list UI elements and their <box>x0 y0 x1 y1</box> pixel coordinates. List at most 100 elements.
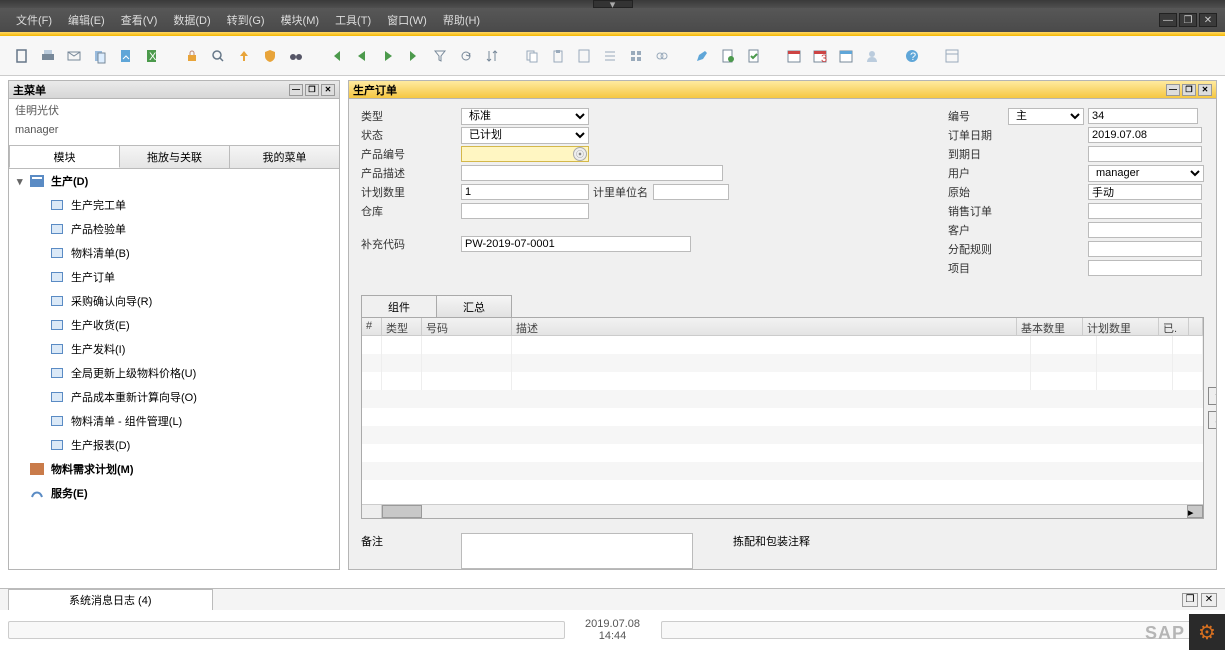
nav-item[interactable]: 生产订单 <box>9 265 339 289</box>
gear-icon[interactable]: ⚙ <box>1189 614 1225 650</box>
desc-input[interactable] <box>461 165 723 181</box>
menu-tools[interactable]: 工具(T) <box>327 9 379 31</box>
search-icon[interactable] <box>206 44 230 68</box>
wh-input[interactable] <box>461 203 589 219</box>
schedule-icon[interactable] <box>834 44 858 68</box>
tab-modules[interactable]: 模块 <box>9 145 120 168</box>
refresh-icon[interactable] <box>454 44 478 68</box>
series-select[interactable]: 主 <box>1008 108 1084 125</box>
nav-item[interactable]: 物料清单 - 组件管理(L) <box>9 409 339 433</box>
prodno-input[interactable] <box>461 146 589 162</box>
nav-item[interactable]: 生产收货(E) <box>9 313 339 337</box>
window-close-icon[interactable]: ✕ <box>1199 13 1217 27</box>
list-icon[interactable] <box>598 44 622 68</box>
new-icon[interactable] <box>10 44 34 68</box>
user-select[interactable]: manager <box>1088 165 1204 182</box>
uom-input[interactable] <box>653 184 729 200</box>
cust-input[interactable] <box>1088 222 1202 238</box>
window-restore-icon[interactable]: ❐ <box>1179 13 1197 27</box>
tab-dragdrop[interactable]: 拖放与关联 <box>119 145 230 168</box>
next-icon[interactable] <box>376 44 400 68</box>
planqty-input[interactable] <box>461 184 589 200</box>
orderdate-input[interactable] <box>1088 127 1202 143</box>
components-grid[interactable]: # 类型 号码 描述 基本数里 计划数里 已. <box>361 317 1204 519</box>
proj-input[interactable] <box>1088 260 1202 276</box>
duedate-input[interactable] <box>1088 146 1202 162</box>
export-icon[interactable] <box>114 44 138 68</box>
nav-item[interactable]: 产品成本重新计算向导(O) <box>9 385 339 409</box>
col-plan[interactable]: 计划数里 <box>1083 318 1159 335</box>
doc-add-icon[interactable] <box>716 44 740 68</box>
panel-min-icon[interactable]: — <box>289 84 303 96</box>
doc-check-icon[interactable] <box>742 44 766 68</box>
binoculars-icon[interactable] <box>284 44 308 68</box>
nav-item[interactable]: 采购确认向导(R) <box>9 289 339 313</box>
nav-item[interactable]: 物料清单(B) <box>9 241 339 265</box>
syslog-tab[interactable]: 系统消息日志 (4) <box>8 589 213 610</box>
grid-move-down-icon[interactable]: ↓ <box>1208 411 1216 429</box>
nav-item[interactable]: 产品检验单 <box>9 217 339 241</box>
type-select[interactable]: 标准 <box>461 108 589 125</box>
nav-item[interactable]: 全局更新上级物料价格(U) <box>9 361 339 385</box>
prodno-lookup-icon[interactable]: ⦿ <box>573 147 587 161</box>
notes-input[interactable] <box>461 533 693 569</box>
titlebar-notch[interactable]: ▾ <box>593 0 633 8</box>
rule-input[interactable] <box>1088 241 1202 257</box>
col-base[interactable]: 基本数里 <box>1017 318 1083 335</box>
first-icon[interactable] <box>324 44 348 68</box>
origin-input[interactable] <box>1088 184 1202 200</box>
up-icon[interactable] <box>232 44 256 68</box>
link-icon[interactable] <box>650 44 674 68</box>
paste-icon[interactable] <box>546 44 570 68</box>
filter-icon[interactable] <box>428 44 452 68</box>
supp-input[interactable] <box>461 236 691 252</box>
help-icon[interactable]: ? <box>900 44 924 68</box>
excel-icon[interactable]: X <box>140 44 164 68</box>
so-input[interactable] <box>1088 203 1202 219</box>
menu-data[interactable]: 数据(D) <box>165 9 218 31</box>
lock-icon[interactable] <box>180 44 204 68</box>
nav-item[interactable]: 生产完工单 <box>9 193 339 217</box>
menu-edit[interactable]: 编辑(E) <box>60 9 113 31</box>
window-minimize-icon[interactable]: — <box>1159 13 1177 27</box>
grid-move-up-icon[interactable]: ↑ <box>1208 387 1216 405</box>
panel-max-icon[interactable]: ❐ <box>305 84 319 96</box>
form-max-icon[interactable]: ❐ <box>1182 84 1196 96</box>
col-desc[interactable]: 描述 <box>512 318 1017 335</box>
alert-icon[interactable]: 3 <box>808 44 832 68</box>
menu-view[interactable]: 查看(V) <box>113 9 166 31</box>
menu-goto[interactable]: 转到(G) <box>219 9 273 31</box>
status-select[interactable]: 已计划 <box>461 127 589 144</box>
syslog-close-icon[interactable]: ✕ <box>1201 593 1217 607</box>
grid-icon[interactable] <box>624 44 648 68</box>
menu-file[interactable]: 文件(F) <box>8 9 60 31</box>
nav-production[interactable]: ▾生产(D) <box>9 169 339 193</box>
panel-close-icon[interactable]: ✕ <box>321 84 335 96</box>
nav-item[interactable]: 生产发料(I) <box>9 337 339 361</box>
last-icon[interactable] <box>402 44 426 68</box>
syslog-restore-icon[interactable]: ❐ <box>1182 593 1198 607</box>
form-min-icon[interactable]: — <box>1166 84 1180 96</box>
copy-icon[interactable] <box>520 44 544 68</box>
nav-mrp[interactable]: 物料需求计划(M) <box>9 457 339 481</box>
grid-tab-components[interactable]: 组件 <box>361 295 437 317</box>
form-close-icon[interactable]: ✕ <box>1198 84 1212 96</box>
calendar-icon[interactable] <box>782 44 806 68</box>
mail-icon[interactable] <box>62 44 86 68</box>
menu-modules[interactable]: 模块(M) <box>273 9 328 31</box>
attach-icon[interactable] <box>88 44 112 68</box>
nav-service[interactable]: 服务(E) <box>9 481 339 505</box>
user-icon[interactable] <box>860 44 884 68</box>
col-code[interactable]: 号码 <box>422 318 512 335</box>
menu-window[interactable]: 窗口(W) <box>379 9 435 31</box>
menu-help[interactable]: 帮助(H) <box>435 9 488 31</box>
col-done[interactable]: 已. <box>1159 318 1189 335</box>
grid-tab-summary[interactable]: 汇总 <box>436 295 512 317</box>
prev-icon[interactable] <box>350 44 374 68</box>
shield-icon[interactable] <box>258 44 282 68</box>
cut-icon[interactable] <box>572 44 596 68</box>
sort-icon[interactable] <box>480 44 504 68</box>
layout-icon[interactable] <box>940 44 964 68</box>
col-idx[interactable]: # <box>362 318 382 335</box>
edit-icon[interactable] <box>690 44 714 68</box>
